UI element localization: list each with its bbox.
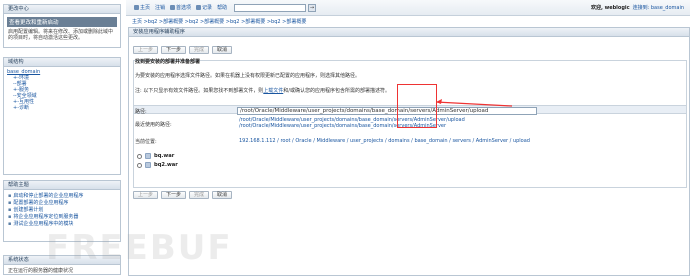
domain-structure-panel: 域结构 base_domain +-环境 --部署 +-服务 --安全领域 +-… — [3, 57, 121, 175]
nav-preferences[interactable]: 首选项 — [170, 4, 191, 11]
help-link[interactable]: 配置部署的企业应用程序 — [8, 200, 116, 207]
recent-paths-list: /root/Oracle/Middleware/user_projects/do… — [239, 117, 465, 129]
nav-record[interactable]: 记录 — [196, 4, 212, 11]
search-button[interactable]: → — [308, 4, 316, 12]
help-link[interactable]: 测试企业应用程序中的模块 — [8, 221, 116, 228]
upload-file-link[interactable]: 上载文件 — [263, 88, 283, 94]
welcome-text: 欢迎, weblogic — [590, 5, 630, 11]
breadcrumb[interactable]: 主页 >bq2 >部署概要 >bq2 >部署概要 >bq2 >部署概要 >bq2… — [132, 18, 306, 25]
change-center-text: 启用配置编辑。将来在修改、添加或删除此域中的项目时，将自动激活这些更改。 — [8, 29, 114, 41]
back-button[interactable]: 上一步 — [133, 191, 159, 199]
tree-node-diagnostics[interactable]: +-诊断 — [7, 105, 117, 111]
record-icon — [196, 5, 202, 10]
watermark: FREEBUF — [46, 228, 233, 268]
welcome-area: 欢迎, weblogic 连接到: base_domain — [591, 4, 684, 11]
help-topics-title: 帮助主题 — [4, 181, 120, 190]
back-button[interactable]: 上一步 — [133, 46, 159, 54]
change-center-panel: 更改中心 查看更改和重新启动 启用配置编辑。将来在修改、添加或删除此域中的项目时… — [3, 4, 121, 48]
war-file-icon — [145, 162, 151, 168]
console-app: 更改中心 查看更改和重新启动 启用配置编辑。将来在修改、添加或删除此域中的项目时… — [0, 0, 690, 276]
step-description: 为要安装的应用程序选择文件路径。如果在机器上没有权限更新已配置的应用程序，则选择… — [135, 73, 361, 79]
next-button[interactable]: 下一步 — [161, 46, 187, 54]
help-link[interactable]: 启动和停止部署的企业应用程序 — [8, 193, 116, 200]
file-radio[interactable] — [137, 154, 142, 159]
path-label: 路径: — [135, 109, 147, 115]
domain-tree: base_domain +-环境 --部署 +-服务 --安全领域 +-互用性 … — [4, 67, 120, 113]
path-input[interactable]: /root/Oracle/Middleware/user_projects/do… — [237, 107, 537, 115]
cancel-button[interactable]: 取消 — [212, 46, 233, 54]
help-list: 启动和停止部署的企业应用程序 配置部署的企业应用程序 创建部署计划 将企业应用程… — [4, 190, 120, 231]
install-assistant-title: 安装应用程序辅助程序 — [129, 28, 689, 37]
step-note: 注: 以下只显示有效文件路径。如果您找不到部署文件，则上载文件和/或确认您的应用… — [135, 88, 390, 94]
top-bar: 主页 注销 首选项 记录 帮助 → 欢迎, weblogic 连接到: base_… — [126, 0, 690, 16]
change-center-title: 更改中心 — [4, 5, 120, 14]
nav-help[interactable]: 帮助 — [217, 4, 227, 11]
domain-structure-title: 域结构 — [4, 58, 120, 67]
recent-path-link[interactable]: /root/Oracle/Middleware/user_projects/do… — [239, 123, 465, 129]
cancel-button[interactable]: 取消 — [212, 191, 233, 199]
finish-button[interactable]: 完成 — [189, 191, 210, 199]
wizard-buttons-top: 上一步 下一步 完成 取消 — [133, 46, 233, 54]
connected-domain: 连接到: base_domain — [632, 5, 684, 11]
preferences-icon — [170, 5, 176, 10]
file-name: bq2.war — [154, 162, 178, 168]
nav-logout[interactable]: 注销 — [155, 4, 165, 11]
step-heading: 找到要安装的部署并准备部署 — [135, 59, 201, 65]
war-file-icon — [145, 153, 151, 159]
nav-home[interactable]: 主页 — [134, 4, 150, 11]
home-icon — [134, 5, 139, 10]
help-link[interactable]: 将企业应用程序定位到服务器 — [8, 214, 116, 221]
recent-paths-label: 最近使用的路径: — [135, 122, 172, 128]
file-radio[interactable] — [137, 163, 142, 168]
finish-button[interactable]: 完成 — [189, 46, 210, 54]
file-name: bq.war — [154, 153, 175, 159]
help-link[interactable]: 创建部署计划 — [8, 207, 116, 214]
current-location-label: 当前位置: — [135, 139, 157, 145]
top-nav: 主页 注销 首选项 记录 帮助 — [134, 4, 227, 11]
view-changes-link[interactable]: 查看更改和重新启动 — [7, 17, 117, 27]
search-input[interactable] — [234, 4, 306, 12]
next-button[interactable]: 下一步 — [161, 191, 187, 199]
wizard-buttons-bottom: 上一步 下一步 完成 取消 — [133, 191, 233, 199]
current-location-path[interactable]: 192.168.1.112 / root / Oracle / Middlewa… — [239, 138, 530, 144]
